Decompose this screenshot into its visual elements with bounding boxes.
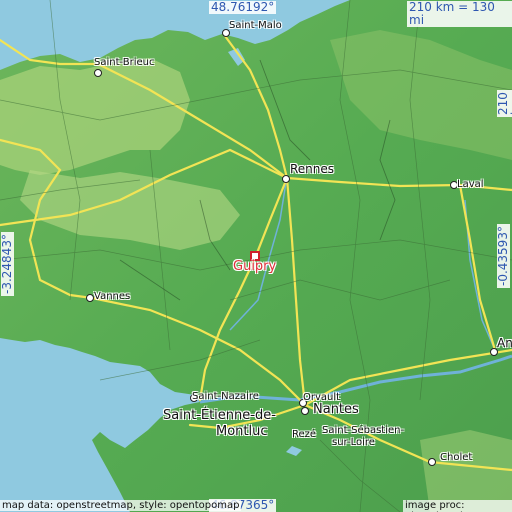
- image-credit: image proc: elevation.city: [403, 500, 512, 512]
- city-label-nantes: Nantes: [313, 402, 359, 417]
- city-label-saint-etienne-line2: Montluc: [216, 424, 268, 439]
- target-location-label: Guipry: [233, 259, 277, 274]
- right-longitude-label: -0.43593°: [496, 224, 510, 288]
- scale-bar-horizontal: 210 km = 130 mi: [407, 1, 512, 27]
- left-longitude-label: -3.24843°: [0, 232, 14, 296]
- city-label-angers: An: [497, 336, 512, 350]
- city-label-vannes: Vannes: [94, 291, 131, 302]
- city-label-saint-brieuc: Saint-Brieuc: [94, 57, 155, 68]
- city-label-cholet: Cholet: [440, 452, 473, 463]
- city-label-saint-malo: Saint-Malo: [229, 20, 282, 31]
- city-label-rennes: Rennes: [290, 162, 335, 176]
- vannes-marker-icon: [86, 294, 94, 302]
- city-label-saint-nazaire: Saint-Nazaire: [192, 391, 259, 402]
- city-label-saint-sebastien-line1: Saint-Sébastien-: [322, 425, 405, 436]
- city-label-saint-sebastien-line2: sur-Loire: [332, 437, 375, 448]
- saint-brieuc-marker-icon: [94, 69, 102, 77]
- city-label-saint-etienne-line1: Saint-Étienne-de-: [163, 408, 276, 423]
- map-view[interactable]: Saint-Malo Saint-Brieuc Rennes Laval Van…: [0, 0, 512, 512]
- cholet-marker-icon: [428, 458, 436, 466]
- nantes-marker-icon: [301, 407, 309, 415]
- rennes-marker-icon: [282, 175, 290, 183]
- scale-bar-vertical: 210 km = 130 mi: [496, 90, 512, 117]
- map-data-credit: map data: openstreetmap, style: opentopo…: [0, 500, 242, 511]
- city-label-laval: Laval: [457, 179, 484, 190]
- city-label-reze: Rezé: [292, 429, 317, 440]
- top-latitude-label: 48.76192°: [209, 0, 277, 14]
